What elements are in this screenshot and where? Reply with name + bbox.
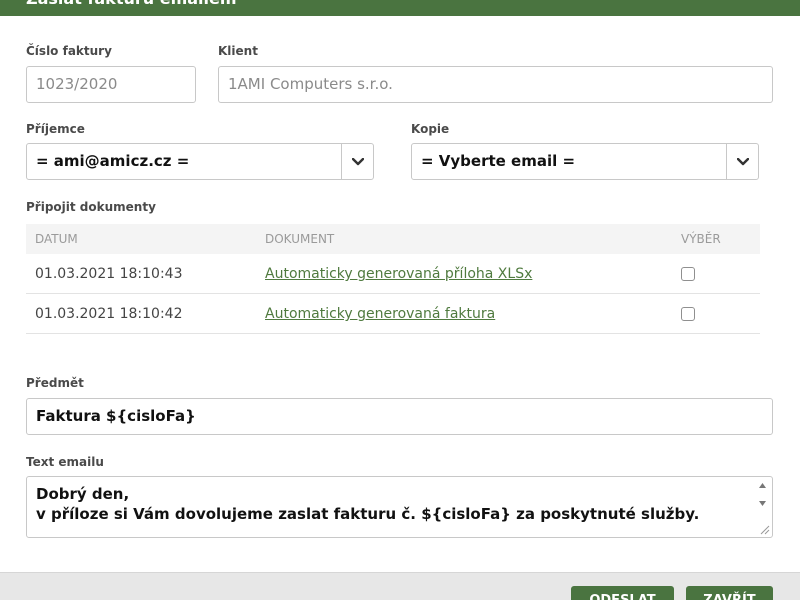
copy-label: Kopie	[411, 122, 450, 136]
row-document-link[interactable]: Automaticky generovaná příloha XLSx	[265, 254, 532, 294]
copy-dropdown-button[interactable]	[726, 144, 758, 179]
scroll-up-arrow-icon[interactable]	[754, 478, 771, 492]
dialog-title: Zaslat fakturu emailem	[26, 0, 237, 8]
client-label: Klient	[218, 44, 258, 58]
email-body-line: v příloze si Vám dovolujeme zaslat faktu…	[36, 505, 700, 523]
scroll-down-arrow-icon[interactable]	[754, 496, 771, 510]
column-header-selection: VÝBĚR	[681, 232, 721, 246]
recipient-select[interactable]: = ami@amicz.cz =	[26, 143, 374, 180]
invoice-number-label: Číslo faktury	[26, 44, 112, 58]
row-date: 01.03.2021 18:10:43	[35, 266, 183, 282]
copy-selected-value: = Vyberte email =	[421, 152, 576, 170]
column-header-date: DATUM	[35, 232, 78, 246]
email-body-textarea[interactable]: Dobrý den, v příloze si Vám dovolujeme z…	[26, 476, 773, 538]
recipient-dropdown-button[interactable]	[341, 144, 373, 179]
chevron-down-icon	[736, 157, 749, 165]
send-button[interactable]: ODESLAT	[571, 586, 674, 600]
dialog-titlebar: Zaslat fakturu emailem	[0, 0, 800, 16]
row-document-link[interactable]: Automaticky generovaná faktura	[265, 294, 495, 334]
row-select-checkbox[interactable]	[681, 307, 695, 321]
attachments-table-header: DATUM DOKUMENT VÝBĚR	[26, 224, 760, 254]
email-body-line: Dobrý den,	[36, 485, 130, 503]
attachments-label: Připojit dokumenty	[26, 200, 156, 214]
email-body-label: Text emailu	[26, 455, 104, 469]
copy-select[interactable]: = Vyberte email =	[411, 143, 759, 180]
recipient-label: Příjemce	[26, 122, 85, 136]
dialog-footer: ODESLAT ZAVŘÍT	[0, 572, 800, 600]
textarea-scrollbar[interactable]	[754, 478, 771, 536]
table-row: 01.03.2021 18:10:43 Automaticky generova…	[26, 254, 760, 294]
subject-label: Předmět	[26, 376, 84, 390]
client-field[interactable]: 1AMI Computers s.r.o.	[218, 66, 773, 103]
row-select-checkbox[interactable]	[681, 267, 695, 281]
column-header-document: DOKUMENT	[265, 232, 335, 246]
table-row: 01.03.2021 18:10:42 Automaticky generova…	[26, 294, 760, 334]
resize-grip-icon[interactable]	[758, 523, 770, 535]
close-button[interactable]: ZAVŘÍT	[686, 586, 773, 600]
row-date: 01.03.2021 18:10:42	[35, 306, 183, 322]
subject-input[interactable]: Faktura ${cisloFa}	[26, 398, 773, 435]
invoice-number-field[interactable]: 1023/2020	[26, 66, 196, 103]
recipient-selected-value: = ami@amicz.cz =	[36, 152, 190, 170]
chevron-down-icon	[351, 157, 364, 165]
